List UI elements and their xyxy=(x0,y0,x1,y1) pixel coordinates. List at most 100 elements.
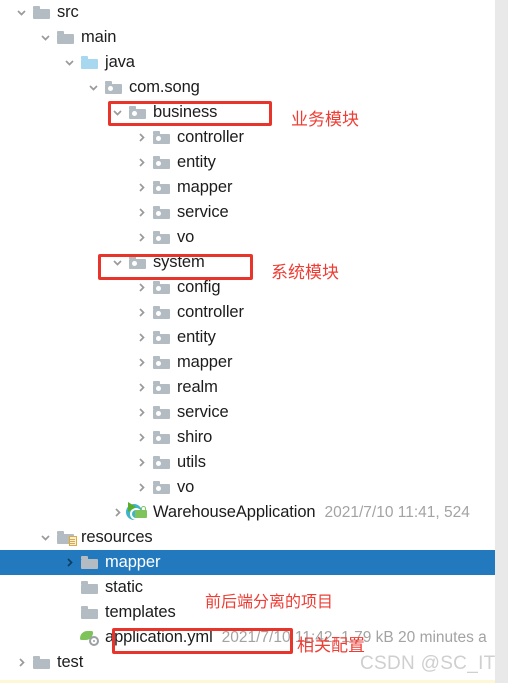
chevron-right-icon[interactable] xyxy=(133,425,150,450)
tree-row-icon xyxy=(150,150,172,175)
tree-row[interactable]: system xyxy=(0,250,495,275)
file-tree[interactable]: src main java com.song business controller ent… xyxy=(0,0,495,675)
chevron-right-icon[interactable] xyxy=(13,650,30,675)
chevron-right-icon[interactable] xyxy=(61,550,78,575)
chevron-right-icon[interactable] xyxy=(133,200,150,225)
tree-row-label: templates xyxy=(105,603,176,621)
chevron-right-icon[interactable] xyxy=(133,175,150,200)
business-annotation-text: 业务模块 xyxy=(291,110,359,130)
tree-row-label: business xyxy=(153,103,218,121)
tree-row[interactable]: entity xyxy=(0,325,495,350)
chevron-down-icon[interactable] xyxy=(37,25,54,50)
tree-row-icon xyxy=(150,300,172,325)
tree-row-icon xyxy=(150,175,172,200)
tree-row-label: mapper xyxy=(105,553,161,571)
tree-row-label: mapper xyxy=(177,353,233,371)
tree-row-label: system xyxy=(153,253,205,271)
tree-row-icon xyxy=(126,500,148,525)
tree-row-icon xyxy=(150,275,172,300)
no-chevron-spacer xyxy=(61,625,78,650)
tree-row-icon xyxy=(126,250,148,275)
chevron-right-icon[interactable] xyxy=(133,475,150,500)
tree-row-label: main xyxy=(81,28,117,46)
tree-row[interactable]: service xyxy=(0,400,495,425)
chevron-right-icon[interactable] xyxy=(133,225,150,250)
tree-row-label: test xyxy=(57,653,84,671)
tree-row-icon xyxy=(78,550,100,575)
no-chevron-spacer xyxy=(61,600,78,625)
tree-row[interactable]: mapper xyxy=(0,175,495,200)
chevron-down-icon[interactable] xyxy=(85,75,102,100)
package-folder-icon xyxy=(104,81,122,94)
tree-row[interactable]: service xyxy=(0,200,495,225)
tree-row-icon xyxy=(150,325,172,350)
chevron-right-icon[interactable] xyxy=(133,125,150,150)
tree-row[interactable]: realm xyxy=(0,375,495,400)
tree-row[interactable]: src xyxy=(0,0,495,25)
tree-row-icon xyxy=(78,600,100,625)
chevron-down-icon[interactable] xyxy=(109,250,126,275)
tree-row-icon xyxy=(150,350,172,375)
spring-boot-class-icon xyxy=(126,502,142,522)
tree-row[interactable]: mapper xyxy=(0,550,495,575)
tree-row[interactable]: resources xyxy=(0,525,495,550)
chevron-right-icon[interactable] xyxy=(109,500,126,525)
tree-row[interactable]: mapper xyxy=(0,350,495,375)
tree-row-icon xyxy=(78,575,100,600)
tree-row-label: entity xyxy=(177,153,216,171)
tree-row[interactable]: vo xyxy=(0,475,495,500)
tree-row[interactable]: java xyxy=(0,50,495,75)
package-folder-icon xyxy=(152,356,170,369)
chevron-right-icon[interactable] xyxy=(133,150,150,175)
package-folder-icon xyxy=(152,181,170,194)
vertical-scrollbar[interactable] xyxy=(495,0,508,683)
chevron-right-icon[interactable] xyxy=(133,400,150,425)
tree-row-icon xyxy=(150,425,172,450)
chevron-right-icon[interactable] xyxy=(133,375,150,400)
tree-row-icon xyxy=(150,375,172,400)
tree-row[interactable]: controller xyxy=(0,125,495,150)
chevron-down-icon[interactable] xyxy=(37,525,54,550)
resources-root-folder-icon xyxy=(56,531,77,546)
tree-row[interactable]: vo xyxy=(0,225,495,250)
tree-row[interactable]: com.song xyxy=(0,75,495,100)
package-folder-icon xyxy=(152,456,170,469)
tree-row[interactable]: config xyxy=(0,275,495,300)
tree-row[interactable]: utils xyxy=(0,450,495,475)
tree-row-label: com.song xyxy=(129,78,200,96)
tree-row[interactable]: controller xyxy=(0,300,495,325)
chevron-right-icon[interactable] xyxy=(133,325,150,350)
tree-row-label: vo xyxy=(177,478,195,496)
chevron-right-icon[interactable] xyxy=(133,275,150,300)
tree-row-label: utils xyxy=(177,453,206,471)
tree-row[interactable]: main xyxy=(0,25,495,50)
chevron-right-icon[interactable] xyxy=(133,300,150,325)
package-folder-icon xyxy=(152,306,170,319)
tree-row[interactable]: entity xyxy=(0,150,495,175)
tree-row[interactable]: WarehouseApplication 2021/7/10 11:41, 524 xyxy=(0,500,495,525)
tree-row[interactable]: shiro xyxy=(0,425,495,450)
tree-row-label: static xyxy=(105,578,143,596)
chevron-down-icon[interactable] xyxy=(61,50,78,75)
project-tree-panel: src main java com.song business controller ent… xyxy=(0,0,508,683)
chevron-right-icon[interactable] xyxy=(133,350,150,375)
tree-row[interactable]: application.yml 2021/7/10 11:42, 1.79 kB … xyxy=(0,625,495,650)
tree-row-label: service xyxy=(177,403,229,421)
tree-row-icon xyxy=(150,400,172,425)
package-folder-icon xyxy=(128,106,146,119)
tree-row-icon xyxy=(150,450,172,475)
package-folder-icon xyxy=(152,206,170,219)
chevron-right-icon[interactable] xyxy=(133,450,150,475)
tree-row-label: realm xyxy=(177,378,218,396)
tree-row-icon xyxy=(30,0,52,25)
tree-row-label: resources xyxy=(81,528,153,546)
chevron-down-icon[interactable] xyxy=(109,100,126,125)
tree-row-icon xyxy=(102,75,124,100)
tree-row-icon xyxy=(78,625,100,650)
tree-row-label: application.yml xyxy=(105,628,213,646)
green-lock-badge-icon xyxy=(135,506,148,519)
chevron-down-icon[interactable] xyxy=(13,0,30,25)
tree-row-meta: 2021/7/10 11:41, 524 xyxy=(324,503,470,521)
tree-row[interactable]: business xyxy=(0,100,495,125)
yaml-config-icon xyxy=(79,630,99,646)
